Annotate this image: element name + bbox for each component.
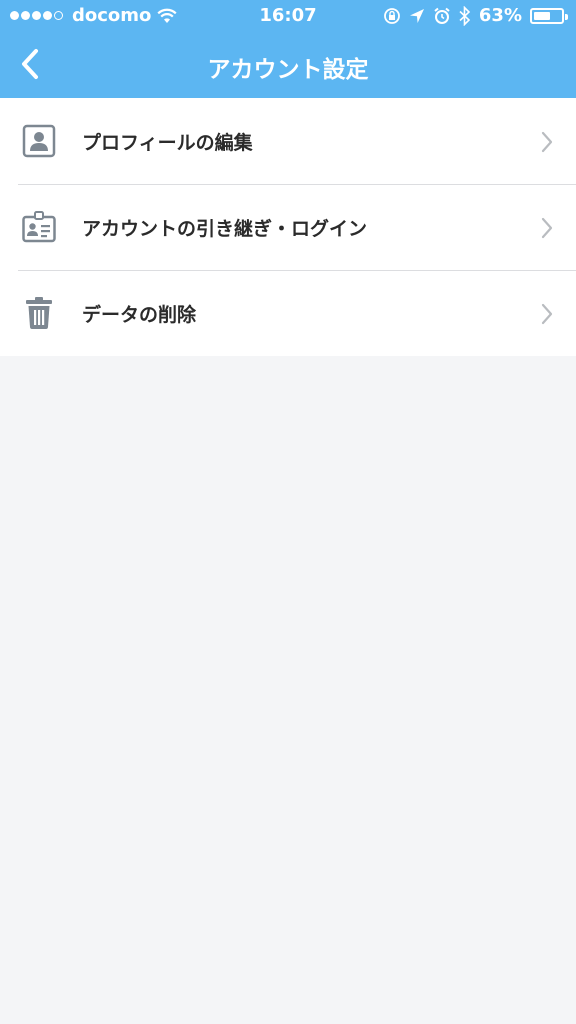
header: docomo 16:07 63% アカウント設定: [0, 0, 576, 98]
menu-item-label: アカウントの引き継ぎ・ログイン: [82, 218, 368, 240]
chevron-right-icon: [541, 131, 553, 153]
menu-item-label: データの削除: [82, 304, 197, 326]
chevron-right-icon: [541, 303, 553, 325]
status-right: 63%: [383, 5, 568, 26]
battery-icon: [530, 7, 568, 24]
menu-item-edit-profile[interactable]: プロフィールの編集: [0, 98, 576, 184]
menu-item-delete-data[interactable]: データの削除: [0, 270, 576, 356]
page-title: アカウント設定: [207, 57, 369, 83]
chevron-right-icon: [541, 217, 553, 239]
bluetooth-icon: [459, 5, 471, 26]
menu-item-account-transfer[interactable]: アカウントの引き継ぎ・ログイン: [0, 184, 576, 270]
battery-level: [534, 11, 550, 20]
battery-percentage: 63%: [478, 5, 522, 26]
id-card-icon: [22, 211, 56, 243]
alarm-icon: [434, 7, 450, 24]
settings-menu: プロフィールの編集 アカウントの引き継ぎ・ログイン データの削除: [0, 98, 576, 356]
profile-icon: [22, 124, 56, 158]
trash-icon: [26, 297, 52, 329]
menu-item-label: プロフィールの編集: [82, 132, 253, 154]
rotation-lock-icon: [384, 7, 400, 24]
location-arrow-icon: [409, 8, 424, 23]
status-bar: docomo 16:07 63%: [0, 0, 576, 32]
